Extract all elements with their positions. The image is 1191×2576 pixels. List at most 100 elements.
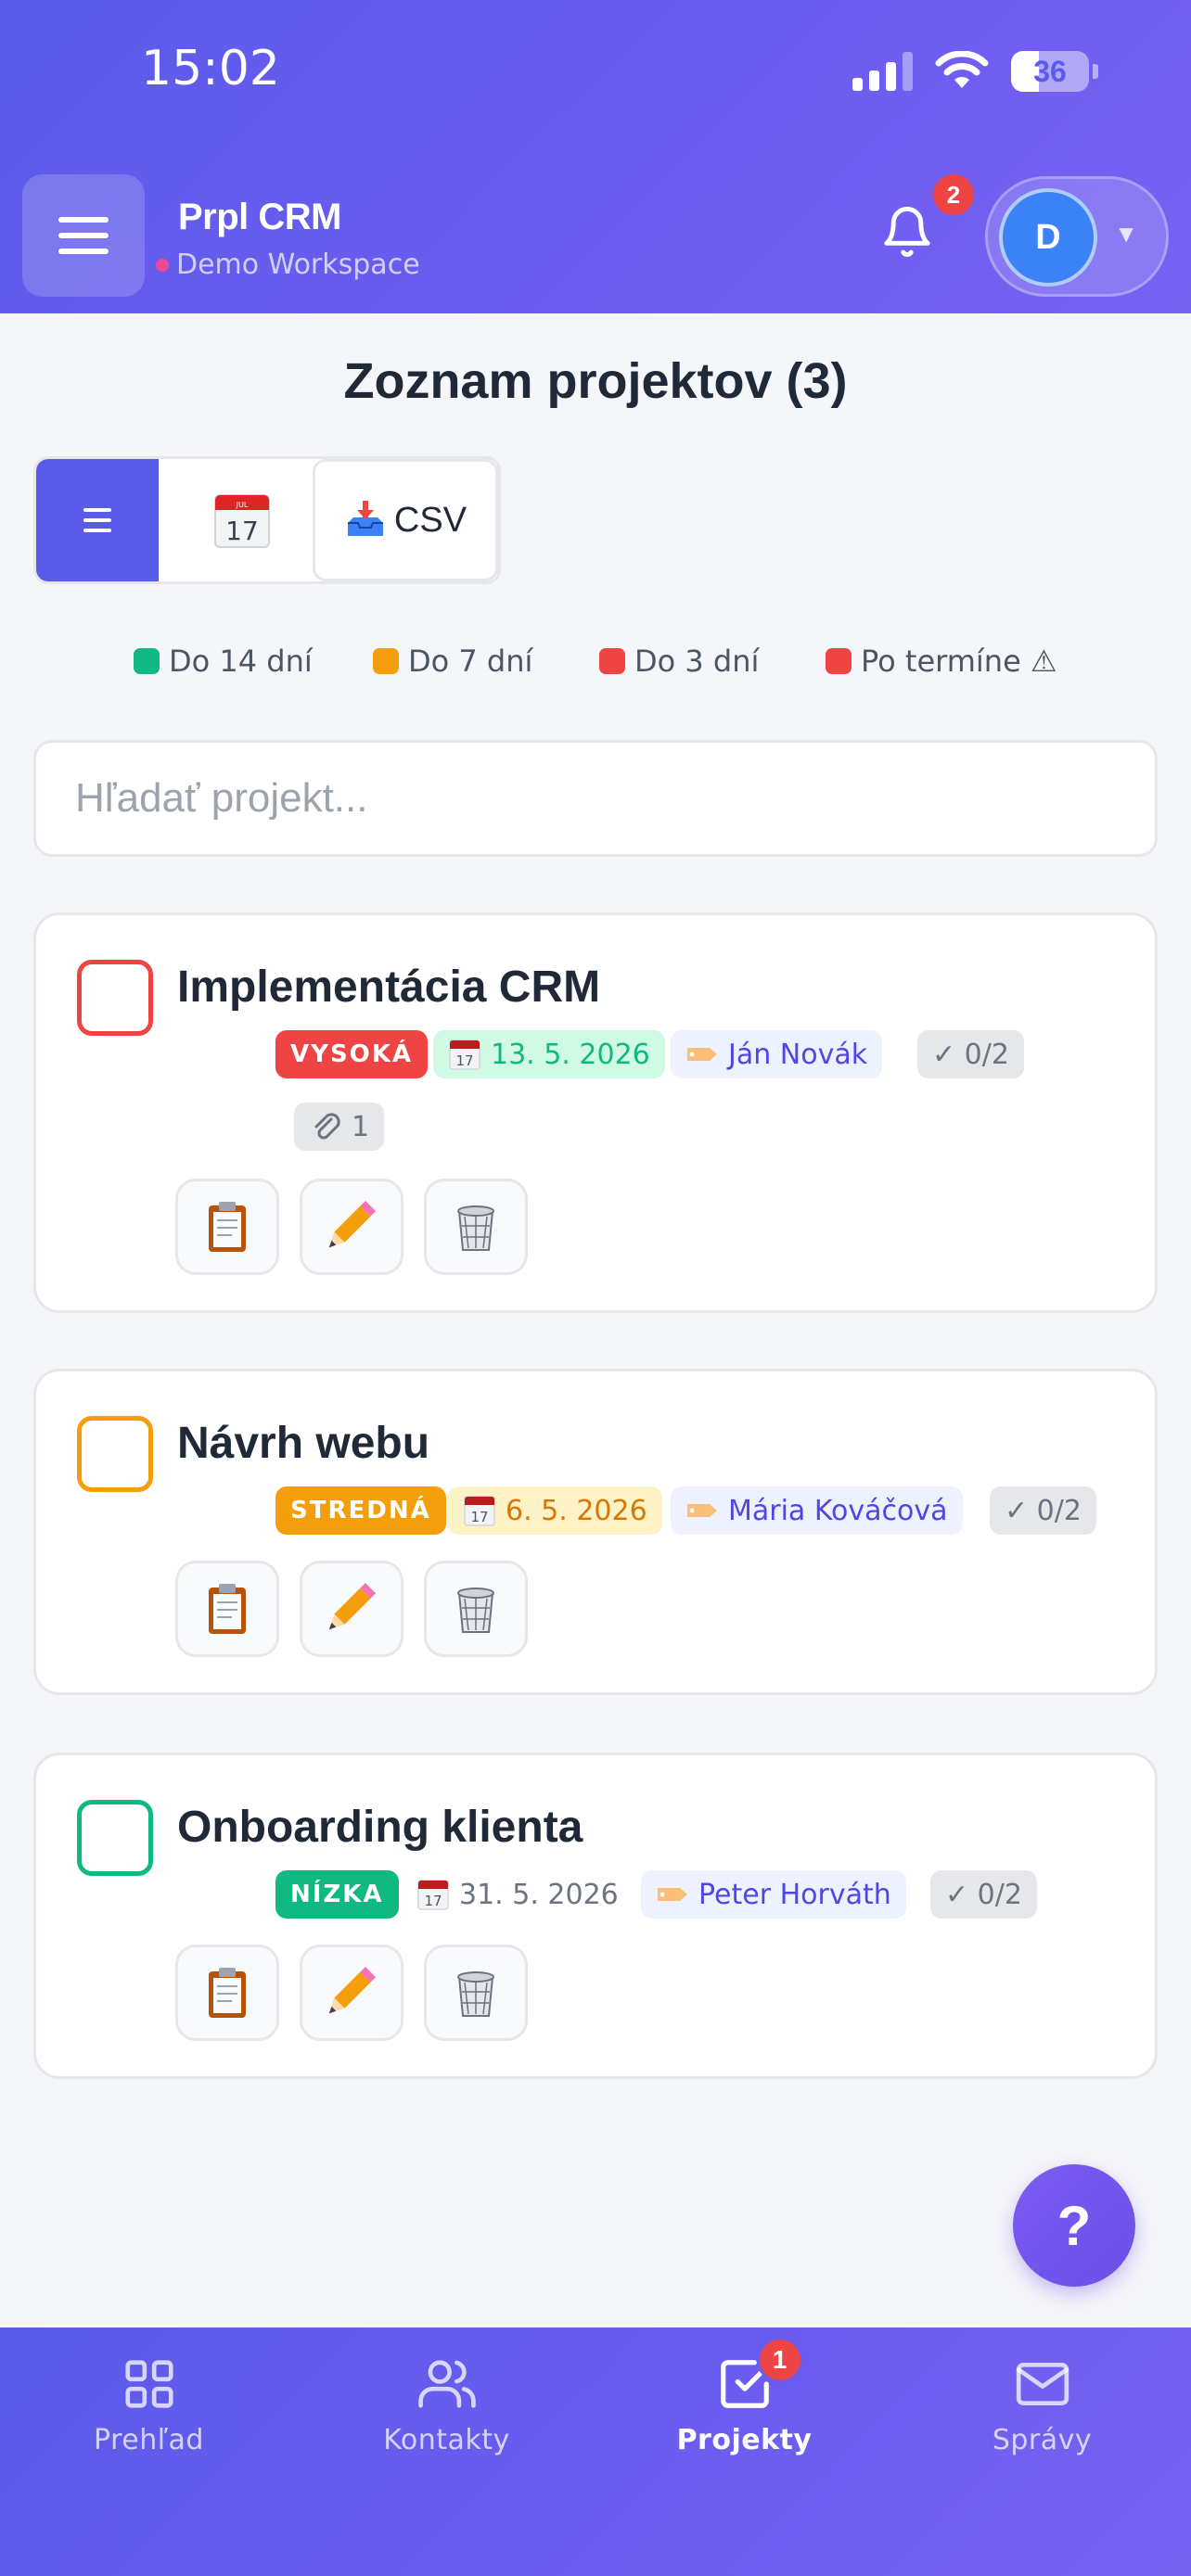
deadline-date: 13. 5. 2026	[491, 1038, 650, 1071]
clipboard-icon	[208, 1967, 247, 2019]
deadline-badge: 6. 5. 2026	[448, 1486, 662, 1535]
clipboard-icon	[208, 1201, 247, 1253]
project-card[interactable]: Návrh webu STREDNÁ 6. 5. 2026 Mária Ková…	[33, 1369, 1158, 1695]
pencil-icon	[328, 1967, 377, 2014]
project-card[interactable]: Onboarding klienta NÍZKA 31. 5. 2026 Pet…	[33, 1753, 1158, 2079]
help-button[interactable]: ?	[1013, 2164, 1135, 2287]
calendar-icon	[464, 1496, 495, 1526]
project-card[interactable]: Implementácia CRM VYSOKÁ 13. 5. 2026 Ján…	[33, 912, 1158, 1313]
project-title: Implementácia CRM	[177, 963, 601, 1012]
project-detail-button[interactable]	[175, 1179, 279, 1275]
deadline-date: 6. 5. 2026	[506, 1494, 647, 1527]
signal-icon	[852, 52, 913, 91]
project-complete-checkbox[interactable]	[77, 960, 153, 1036]
legend-item: Do 7 dní	[373, 644, 532, 679]
trash-icon	[457, 1205, 494, 1251]
owner-badge: Ján Novák	[671, 1030, 883, 1078]
wifi-icon	[935, 51, 989, 88]
deadline-badge: 31. 5. 2026	[416, 1870, 634, 1919]
trash-icon	[457, 1971, 494, 2017]
project-title: Návrh webu	[177, 1419, 430, 1468]
edit-project-button[interactable]	[300, 1561, 403, 1657]
clipboard-icon	[208, 1583, 247, 1635]
notifications-badge: 2	[933, 174, 974, 215]
legend-swatch	[373, 648, 399, 674]
view-toggle: JUL 17 CSV	[33, 456, 501, 584]
owner-name: Ján Novák	[728, 1038, 868, 1071]
mail-icon	[1016, 2363, 1069, 2405]
app-header: 15:02 36 Prpl CRM Demo Workspace 2 D ▼	[0, 0, 1191, 313]
user-menu-button[interactable]: D ▼	[985, 176, 1169, 297]
tasks-count-badge: ✓ 0/2	[930, 1870, 1037, 1919]
bottom-navigation: Prehľad Kontakty 1 Projekty Správy	[0, 2327, 1191, 2576]
attachments-badge: 1	[294, 1103, 385, 1151]
edit-project-button[interactable]	[300, 1945, 403, 2041]
legend-item: Do 3 dní	[599, 644, 759, 679]
battery-level: 36	[1033, 54, 1067, 88]
calendar-view-button[interactable]: JUL 17	[159, 459, 326, 581]
workspace-switcher[interactable]: Demo Workspace	[156, 249, 420, 281]
deadline-badge: 13. 5. 2026	[433, 1030, 665, 1078]
status-time: 15:02	[141, 41, 280, 96]
owner-name: Mária Kováčová	[728, 1494, 948, 1527]
label-icon	[687, 1504, 717, 1517]
legend-label: Do 14 dní	[169, 644, 313, 679]
priority-badge: VYSOKÁ	[275, 1030, 429, 1078]
page-title: Zoznam projektov (3)	[343, 353, 848, 409]
status-icons: 36	[852, 48, 1098, 95]
csv-label: CSV	[393, 500, 467, 540]
legend-swatch	[826, 648, 852, 674]
users-icon	[417, 2360, 476, 2408]
project-detail-button[interactable]	[175, 1561, 279, 1657]
trash-icon	[457, 1588, 494, 1633]
delete-project-button[interactable]	[424, 1945, 528, 2041]
list-icon	[83, 508, 111, 512]
delete-project-button[interactable]	[424, 1561, 528, 1657]
label-icon	[687, 1048, 717, 1061]
priority-badge: STREDNÁ	[275, 1486, 446, 1535]
nav-item-messages[interactable]: Správy	[893, 2355, 1191, 2467]
label-icon	[658, 1888, 687, 1901]
hamburger-icon	[58, 217, 109, 223]
attachments-count: 1	[352, 1110, 370, 1143]
csv-export-button[interactable]: CSV	[313, 459, 498, 581]
legend-item: Do 14 dní	[134, 644, 313, 679]
chevron-down-icon: ▼	[1114, 220, 1138, 248]
nav-item-overview[interactable]: Prehľad	[0, 2355, 298, 2467]
tasks-count-badge: ✓ 0/2	[917, 1030, 1024, 1078]
grid-icon	[124, 2360, 173, 2408]
nav-item-contacts[interactable]: Kontakty	[298, 2355, 596, 2467]
pencil-icon	[328, 1583, 377, 1630]
project-complete-checkbox[interactable]	[77, 1800, 153, 1876]
calendar-icon: JUL 17	[214, 494, 270, 548]
projects-badge: 1	[756, 2337, 803, 2383]
app-title: Prpl CRM	[178, 197, 342, 237]
paperclip-icon	[314, 1113, 340, 1140]
calendar-icon	[449, 1039, 480, 1070]
tasks-count-badge: ✓ 0/2	[990, 1486, 1096, 1535]
workspace-status-dot	[156, 258, 169, 272]
workspace-name: Demo Workspace	[176, 249, 420, 281]
legend-swatch	[599, 648, 625, 674]
owner-badge: Peter Horváth	[641, 1870, 906, 1919]
list-view-button[interactable]	[36, 459, 159, 581]
svg-text:17: 17	[225, 516, 259, 546]
deadline-legend: Do 14 dní Do 7 dní Do 3 dní Po termíne ⚠	[0, 644, 1191, 681]
project-detail-button[interactable]	[175, 1945, 279, 2041]
nav-label: Správy	[992, 2424, 1093, 2456]
delete-project-button[interactable]	[424, 1179, 528, 1275]
bell-icon[interactable]	[879, 202, 935, 261]
deadline-date: 31. 5. 2026	[459, 1878, 619, 1911]
search-input[interactable]	[33, 740, 1158, 857]
svg-text:JUL: JUL	[236, 501, 249, 509]
nav-item-projects[interactable]: 1 Projekty	[596, 2337, 893, 2467]
pencil-icon	[328, 1201, 377, 1248]
menu-button[interactable]	[22, 174, 145, 297]
nav-label: Projekty	[676, 2424, 813, 2456]
avatar: D	[999, 188, 1097, 287]
legend-item: Po termíne ⚠	[826, 644, 1057, 679]
edit-project-button[interactable]	[300, 1179, 403, 1275]
project-complete-checkbox[interactable]	[77, 1416, 153, 1492]
calendar-icon	[417, 1880, 449, 1910]
nav-label: Prehľad	[94, 2424, 204, 2456]
